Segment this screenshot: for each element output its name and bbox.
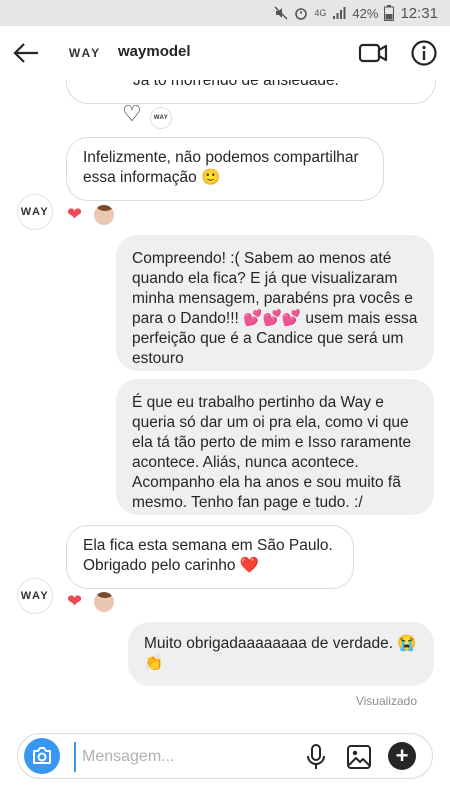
message-outgoing[interactable]: É que eu trabalho pertinho da Way e quer… — [116, 379, 434, 515]
video-call-icon[interactable] — [358, 40, 388, 66]
message-thread[interactable]: Já to morrendo de ansiedade. ♡ WAY Infel… — [0, 80, 450, 725]
like-heart-icon[interactable]: ♡ — [122, 103, 142, 125]
message-text: Já to morrendo de ansiedade. — [133, 80, 339, 89]
heart-reaction-icon: ❤ — [67, 591, 83, 611]
message-text: É que eu trabalho pertinho da Way e quer… — [132, 394, 412, 511]
message-outgoing[interactable]: Compreendo! :( Sabem ao menos até quando… — [116, 235, 434, 371]
mute-icon — [274, 6, 288, 20]
network-label: 4G — [314, 8, 327, 18]
signal-icon — [332, 6, 346, 20]
avatar[interactable]: WAY — [66, 38, 104, 68]
message-outgoing[interactable]: Muito obrigadaaaaaaaa de verdade. 😭👏 — [128, 622, 434, 686]
alarm-icon — [294, 6, 308, 20]
plus-icon[interactable]: + — [388, 742, 416, 770]
gallery-icon[interactable] — [346, 744, 372, 770]
info-icon[interactable] — [410, 39, 438, 67]
reaction-avatar — [94, 205, 114, 225]
message-text: Infelizmente, não podemos compartilhar e… — [83, 149, 359, 186]
username[interactable]: waymodel — [118, 43, 191, 60]
message-incoming[interactable]: Ela fica esta semana em São Paulo. Obrig… — [66, 525, 354, 589]
camera-icon[interactable] — [24, 738, 60, 774]
reaction-avatar — [94, 592, 114, 612]
sender-avatar[interactable]: WAY — [17, 194, 53, 230]
microphone-icon[interactable] — [306, 744, 326, 770]
message-incoming[interactable]: Infelizmente, não podemos compartilhar e… — [66, 137, 384, 201]
clock: 12:31 — [400, 4, 438, 22]
message-text: Compreendo! :( Sabem ao menos até quando… — [132, 250, 418, 367]
chat-header: WAY waymodel — [0, 26, 450, 80]
battery-percent: 42% — [352, 5, 379, 21]
battery-icon — [384, 5, 395, 21]
message-text: Ela fica esta semana em São Paulo. Obrig… — [83, 537, 333, 574]
status-bar: 4G 42% 12:31 — [0, 0, 450, 26]
message-text: Muito obrigadaaaaaaaa de verdade. 😭👏 — [144, 635, 417, 672]
message-composer: + — [17, 733, 433, 779]
sender-avatar[interactable]: WAY — [17, 578, 53, 614]
message-input[interactable] — [74, 742, 284, 772]
reaction-avatar: WAY — [150, 107, 172, 129]
back-arrow-icon[interactable] — [12, 39, 40, 67]
seen-status: Visualizado — [355, 694, 417, 708]
heart-reaction-icon: ❤ — [67, 204, 83, 224]
